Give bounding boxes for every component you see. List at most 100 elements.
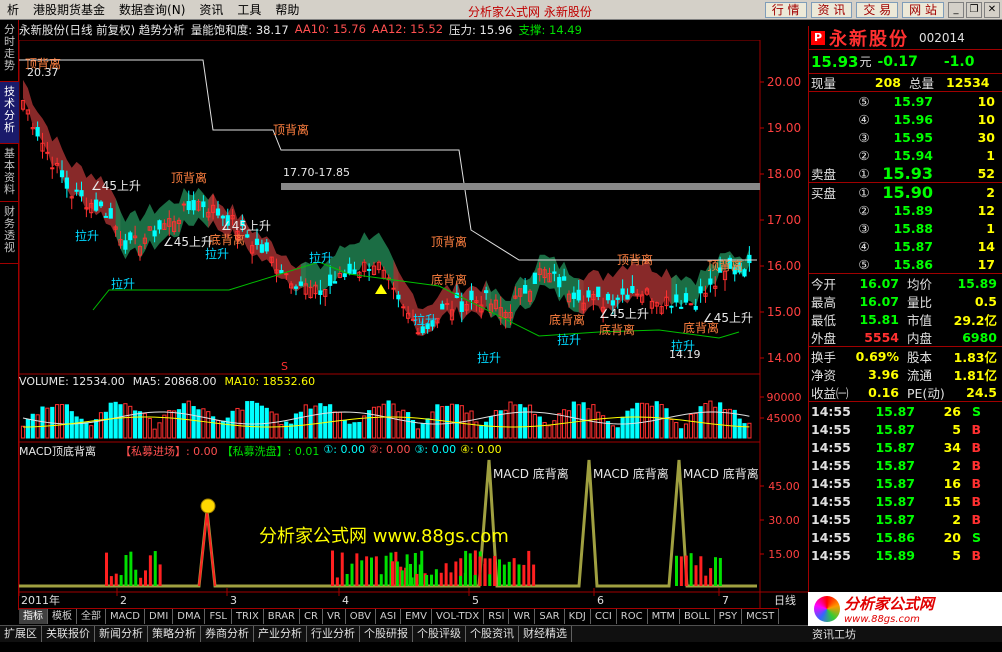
tick-time: 14:55	[811, 421, 851, 437]
nav-tab-1[interactable]: 关联报价	[42, 626, 95, 642]
tick-volume: 2	[952, 511, 961, 527]
indicator-tab-1[interactable]: 模板	[48, 609, 77, 624]
indicator-tab-18[interactable]: KDJ	[565, 609, 591, 624]
nav-tab-6[interactable]: 行业分析	[307, 626, 360, 642]
tab-intraday[interactable]: 分时走势	[0, 20, 19, 82]
indicator-tab-23[interactable]: PSY	[715, 609, 743, 624]
indicator-tab-13[interactable]: EMV	[401, 609, 432, 624]
indicator-tab-4[interactable]: DMI	[145, 609, 174, 624]
volume-bar	[69, 411, 74, 439]
buy_orders-row[interactable]: ⑤ 15.86 17	[809, 255, 1002, 273]
nav-tab-2[interactable]: 新闻分析	[95, 626, 148, 642]
volume-bar	[84, 422, 89, 439]
indicator-tab-12[interactable]: ASI	[376, 609, 402, 624]
nav-tab-4[interactable]: 券商分析	[201, 626, 254, 642]
indicator-tab-0[interactable]: 指标	[19, 609, 48, 624]
indicator-tab-24[interactable]: MCST	[742, 609, 780, 624]
menu-item-analysis[interactable]: 析	[0, 1, 26, 18]
stat-row: 净资 3.96 流通 1.81亿	[809, 365, 1002, 383]
candle-body	[625, 294, 630, 300]
macd-bar	[684, 555, 688, 586]
indicator-tab-14[interactable]: VOL-TDX	[432, 609, 485, 624]
macd-bar	[718, 557, 722, 586]
macd-bar	[144, 570, 147, 586]
macd-bar	[709, 568, 713, 586]
indicator-tab-20[interactable]: ROC	[617, 609, 648, 624]
indicator-tab-6[interactable]: FSL	[205, 609, 232, 624]
macd-bar	[498, 559, 501, 586]
news-button[interactable]: 资 讯	[810, 2, 853, 18]
chart-area[interactable]: 20.00 19.00 18.00 17.00 16.00 15.00 14.00 90000…	[19, 40, 809, 608]
buy_orders-row[interactable]: ④ 15.87 14	[809, 237, 1002, 255]
sell_orders-row[interactable]: ④ 15.96 10	[809, 110, 1002, 128]
sell_orders-row[interactable]: ② 15.94 1	[809, 146, 1002, 164]
nav-tab-10[interactable]: 财经精选	[519, 626, 572, 642]
nav-tab-5[interactable]: 产业分析	[254, 626, 307, 642]
indicator-tab-15[interactable]: RSI	[484, 609, 510, 624]
indicator-tab-19[interactable]: CCI	[591, 609, 617, 624]
menu-item-tools[interactable]: 工具	[230, 1, 268, 18]
high-price-label: 20.37	[27, 66, 59, 79]
tab-technical[interactable]: 技术分析	[0, 82, 19, 144]
sell_orders-row[interactable]: ③ 15.95 30	[809, 128, 1002, 146]
minimize-icon[interactable]: _	[948, 2, 964, 18]
indicator-tab-9[interactable]: CR	[300, 609, 323, 624]
sell_orders-row[interactable]: 卖盘 ① 15.93 52	[809, 164, 1002, 183]
candle-body	[401, 306, 406, 309]
rise45-label: ∠45上升	[221, 219, 271, 233]
buy_orders-row[interactable]: ② 15.89 12	[809, 201, 1002, 219]
volume-bar	[615, 427, 620, 439]
nav-tab-0[interactable]: 扩展区	[0, 626, 42, 642]
volume-tick-label: 90000	[767, 391, 802, 404]
indicator-tab-22[interactable]: BOLL	[680, 609, 715, 624]
menu-item-hk-futures[interactable]: 港股期货基金	[26, 1, 112, 18]
close-icon[interactable]: ✕	[984, 2, 1000, 18]
quote-button[interactable]: 行 情	[764, 2, 807, 18]
indicator-tab-10[interactable]: VR	[323, 609, 346, 624]
macd-bar	[109, 576, 113, 586]
volume-header: VOLUME: 12534.00 MA5: 20868.00 MA10: 185…	[19, 375, 315, 388]
menu-item-news[interactable]: 资讯	[192, 1, 230, 18]
sell_orders-row[interactable]: ⑤ 15.97 10	[809, 92, 1002, 110]
menu-item-data-query[interactable]: 数据查询(N)	[112, 1, 192, 18]
candle-body	[674, 294, 679, 303]
indicator-tab-11[interactable]: OBV	[346, 609, 376, 624]
menu-item-help[interactable]: 帮助	[268, 1, 306, 18]
nav-tab-3[interactable]: 策略分析	[148, 626, 201, 642]
sell_orders-volume: 1	[986, 147, 995, 163]
buy_orders-row[interactable]: ③ 15.88 1	[809, 219, 1002, 237]
candle-body	[215, 208, 221, 216]
left-vertical-tabs: 分时走势 技术分析 基本资料 财务透视	[0, 20, 19, 610]
news-workshop-tab[interactable]: 资讯工坊	[808, 626, 860, 642]
indicator-tab-21[interactable]: MTM	[648, 609, 680, 624]
support-pressure-lines	[19, 59, 760, 339]
website-button[interactable]: 网 站	[902, 2, 944, 18]
buy_orders-row[interactable]: 买盘 ① 15.90 2	[809, 183, 1002, 202]
period-label[interactable]: 日线	[774, 592, 796, 608]
volume-bar	[415, 428, 420, 439]
volume-bar	[342, 419, 347, 439]
stat-label: 净资	[811, 367, 837, 383]
nav-tab-7[interactable]: 个股研报	[360, 626, 413, 642]
stat-value: 15.89	[957, 275, 997, 291]
restore-icon[interactable]: ❐	[966, 2, 982, 18]
stat-value: 0.69%	[855, 348, 899, 364]
volume-bar	[640, 402, 645, 439]
volume-bar	[118, 404, 123, 439]
indicator-tab-17[interactable]: SAR	[535, 609, 565, 624]
macd-bar	[384, 555, 388, 586]
indicator-tab-7[interactable]: TRIX	[232, 609, 264, 624]
indicator-tab-5[interactable]: DMA	[173, 609, 206, 624]
tick-list[interactable]: 14:55 15.87 26 S 14:55 15.87 5 B 14:55 15.87 34 B 14…	[809, 402, 1002, 564]
nav-tab-9[interactable]: 个股资讯	[466, 626, 519, 642]
indicator-tab-8[interactable]: BRAR	[264, 609, 300, 624]
tab-finance[interactable]: 财务透视	[0, 202, 19, 264]
macd-bar	[335, 577, 339, 586]
indicator-tab-3[interactable]: MACD	[106, 609, 145, 624]
trade-button[interactable]: 交 易	[856, 2, 899, 18]
indicator-tab-16[interactable]: WR	[509, 609, 536, 624]
tab-basic-info[interactable]: 基本资料	[0, 144, 19, 202]
candle-body	[669, 305, 674, 308]
indicator-tab-2[interactable]: 全部	[77, 609, 106, 624]
nav-tab-8[interactable]: 个股评级	[413, 626, 466, 642]
